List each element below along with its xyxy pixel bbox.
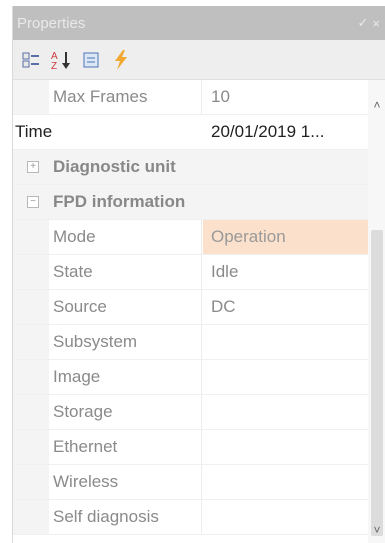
- scroll-down-arrow-icon[interactable]: ˅: [368, 521, 385, 539]
- property-value[interactable]: [203, 430, 368, 464]
- property-value[interactable]: Operation: [203, 220, 368, 254]
- events-lightning-icon[interactable]: [109, 48, 133, 72]
- scroll-up-arrow-icon[interactable]: ˄: [368, 96, 385, 114]
- category-label: FPD information: [53, 192, 186, 211]
- property-row[interactable]: Max Frames 10: [13, 80, 368, 115]
- property-value[interactable]: [203, 360, 368, 394]
- category-row[interactable]: − FPD information: [13, 185, 368, 220]
- property-name: Time: [15, 122, 53, 141]
- property-row[interactable]: State Idle: [13, 255, 368, 290]
- property-row[interactable]: Self diagnosis: [13, 500, 368, 535]
- property-row[interactable]: Source DC: [13, 290, 368, 325]
- panel-title: Properties: [17, 14, 86, 32]
- property-name: Self diagnosis: [53, 500, 202, 534]
- property-name: Wireless: [53, 465, 202, 499]
- property-row[interactable]: Mode Operation: [13, 220, 368, 255]
- property-name: Source: [53, 290, 202, 324]
- property-value[interactable]: Idle: [203, 255, 368, 289]
- property-name: Max Frames: [53, 80, 202, 114]
- property-name: Mode: [53, 220, 202, 254]
- row-margin: [13, 220, 49, 254]
- property-name: Storage: [53, 395, 202, 429]
- alphabetical-sort-icon[interactable]: A Z: [49, 48, 73, 72]
- property-value[interactable]: [203, 395, 368, 429]
- collapse-icon[interactable]: −: [27, 196, 39, 208]
- properties-panel: Properties ✓ × A Z Max Frames 10 Time 20…: [12, 6, 385, 543]
- pin-icon[interactable]: ✓: [358, 15, 369, 31]
- property-value[interactable]: [203, 325, 368, 359]
- properties-toolbar: A Z: [13, 40, 385, 80]
- property-value[interactable]: 10: [203, 80, 368, 114]
- property-value[interactable]: [203, 465, 368, 499]
- property-row[interactable]: Ethernet: [13, 430, 368, 465]
- row-margin: [13, 325, 49, 359]
- row-margin: [13, 500, 49, 534]
- category-row[interactable]: + Diagnostic unit: [13, 150, 368, 185]
- property-name: State: [53, 255, 202, 289]
- row-margin: [13, 255, 49, 289]
- property-row[interactable]: Subsystem: [13, 325, 368, 360]
- categorized-icon[interactable]: [19, 48, 43, 72]
- property-value[interactable]: 20/01/2019 1...: [203, 115, 368, 149]
- row-margin: [13, 465, 49, 499]
- property-name: Subsystem: [53, 325, 202, 359]
- property-row[interactable]: Time 20/01/2019 1...: [13, 115, 368, 150]
- property-grid: Max Frames 10 Time 20/01/2019 1... + Diagnost…: [13, 80, 368, 543]
- property-name: Ethernet: [53, 430, 202, 464]
- property-value[interactable]: [203, 500, 368, 534]
- property-pages-icon[interactable]: [79, 48, 103, 72]
- row-margin: [13, 430, 49, 464]
- category-label: Diagnostic unit: [53, 157, 176, 176]
- row-margin: [13, 80, 49, 114]
- property-value[interactable]: DC: [203, 290, 368, 324]
- panel-titlebar[interactable]: Properties ✓ ×: [13, 6, 385, 40]
- property-name: Image: [53, 360, 202, 394]
- row-margin: [13, 395, 49, 429]
- svg-text:Z: Z: [51, 61, 57, 71]
- property-row[interactable]: Wireless: [13, 465, 368, 500]
- property-row[interactable]: Storage: [13, 395, 368, 430]
- scrollbar-thumb[interactable]: [371, 230, 383, 536]
- property-row[interactable]: Image: [13, 360, 368, 395]
- row-margin: [13, 290, 49, 324]
- expand-icon[interactable]: +: [27, 161, 39, 173]
- close-icon[interactable]: ×: [372, 16, 380, 31]
- vertical-scrollbar[interactable]: ˄ ˅: [368, 80, 385, 543]
- row-margin: [13, 360, 49, 394]
